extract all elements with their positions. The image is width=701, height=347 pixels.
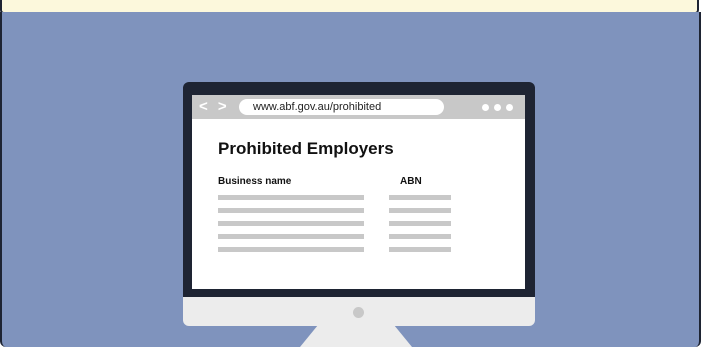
power-button-icon bbox=[353, 307, 364, 318]
business-name-placeholder-lines bbox=[218, 195, 364, 260]
placeholder-line bbox=[218, 195, 364, 200]
placeholder-line bbox=[389, 208, 451, 213]
page-title: Prohibited Employers bbox=[218, 139, 394, 158]
placeholder-line bbox=[389, 195, 451, 200]
placeholder-line bbox=[218, 234, 364, 239]
placeholder-line bbox=[218, 247, 364, 252]
monitor-stand bbox=[300, 325, 412, 347]
browser-toolbar: < > www.abf.gov.au/prohibited bbox=[192, 95, 525, 119]
placeholder-line bbox=[389, 221, 451, 226]
column-header-abn: ABN bbox=[400, 176, 422, 187]
placeholder-line bbox=[389, 247, 451, 252]
placeholder-line bbox=[218, 208, 364, 213]
placeholder-line bbox=[218, 221, 364, 226]
illustration-frame: < > www.abf.gov.au/prohibited Prohibited… bbox=[0, 0, 701, 347]
computer-monitor: < > www.abf.gov.au/prohibited Prohibited… bbox=[183, 82, 535, 326]
placeholder-line bbox=[389, 234, 451, 239]
abn-placeholder-lines bbox=[389, 195, 451, 260]
nav-arrows-icon[interactable]: < > bbox=[199, 97, 230, 117]
address-bar[interactable]: www.abf.gov.au/prohibited bbox=[239, 99, 444, 115]
browser-window: < > www.abf.gov.au/prohibited Prohibited… bbox=[192, 95, 525, 289]
column-header-business-name: Business name bbox=[218, 176, 292, 187]
more-dots-icon[interactable] bbox=[482, 104, 513, 111]
